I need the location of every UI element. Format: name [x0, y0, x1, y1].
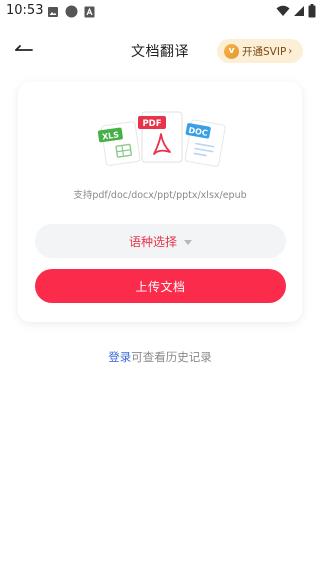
doc-file-icon: DOC [184, 119, 226, 167]
vip-badge-icon: v [224, 43, 239, 59]
header: 文档翻译 v 开通SVIP › [0, 30, 320, 70]
language-select[interactable]: 语种选择 [35, 224, 286, 258]
signal-icon [294, 6, 304, 16]
login-hint: 登录可查看历史记录 [0, 349, 320, 365]
status-bar: 10:53 [0, 0, 320, 24]
image-icon [48, 6, 58, 17]
xls-file-icon: XLS [97, 121, 141, 166]
pdf-file-icon: PDF [138, 111, 183, 163]
login-hint-text: 可查看历史记录 [131, 350, 212, 364]
login-link[interactable]: 登录 [108, 350, 131, 364]
wifi-icon [276, 5, 290, 16]
chevron-right-icon: › [288, 45, 293, 57]
status-left-icons [47, 5, 95, 18]
upload-button-label: 上传文档 [135, 279, 186, 294]
svip-label: 开通SVIP [242, 45, 287, 58]
document-types-illustration: XLS DOC PDF [96, 108, 226, 172]
caret-down-icon [184, 239, 192, 245]
status-time: 10:53 [6, 3, 44, 18]
supported-formats-text: 支持pdf/doc/docx/ppt/pptx/xlsx/epub [73, 190, 247, 201]
translate-card: XLS DOC PDF 支持pdf/doc/docx/ppt/pptx/xlsx… [18, 82, 302, 322]
battery-icon [308, 4, 316, 18]
circle-icon [65, 5, 78, 18]
status-right-icons [276, 4, 316, 18]
pdf-label: PDF [142, 119, 161, 129]
open-svip-button[interactable]: v 开通SVIP › [217, 39, 303, 63]
font-icon [84, 6, 95, 17]
upload-document-button[interactable]: 上传文档 [35, 269, 286, 303]
language-select-label: 语种选择 [128, 234, 177, 249]
